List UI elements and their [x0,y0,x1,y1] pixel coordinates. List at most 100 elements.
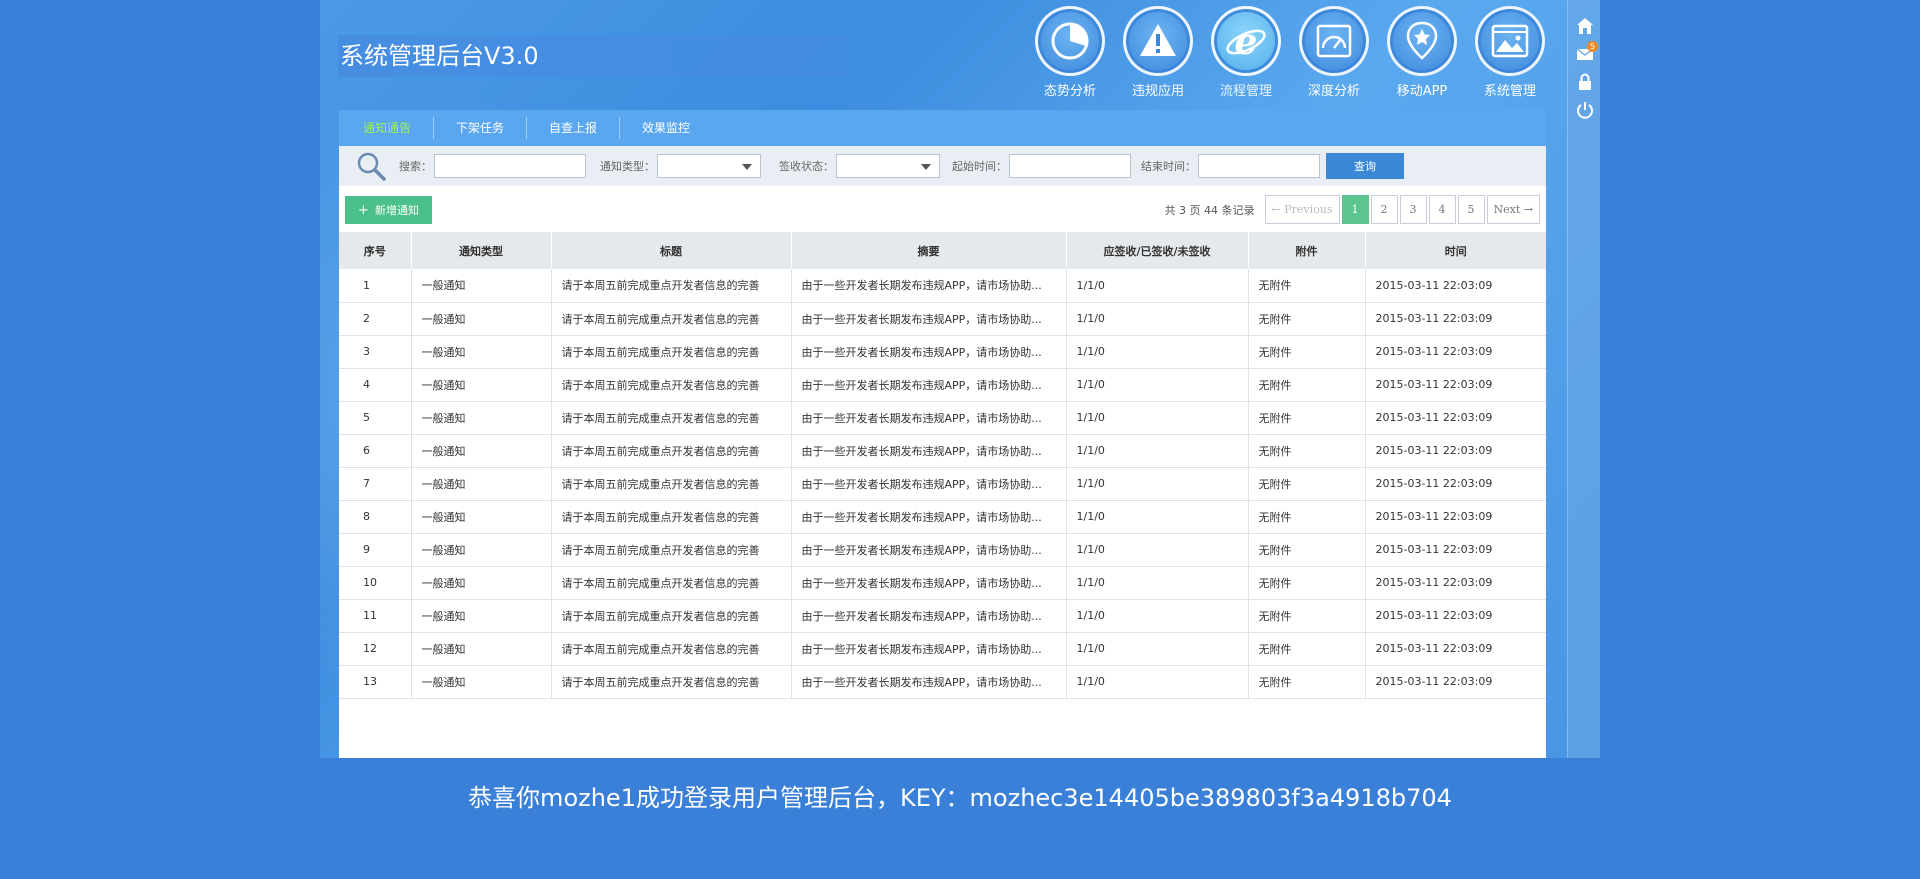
type-select[interactable] [657,154,761,178]
cell-type: 一般通知 [411,401,552,434]
col-header-index: 序号 [339,232,412,269]
table-row[interactable]: 5 一般通知 请于本周五前完成重点开发者信息的完善 由于一些开发者长期发布违规APP，… [339,401,1546,434]
cell-time: 2015-03-11 22:03:09 [1375,444,1493,457]
power-button[interactable] [1568,96,1600,124]
cell-title[interactable]: 请于本周五前完成重点开发者信息的完善 [551,500,792,533]
cell-time: 2015-03-11 22:03:09 [1375,411,1493,424]
cell-index: 7 [339,467,412,500]
home-button[interactable] [1568,12,1600,40]
table-row[interactable]: 10 一般通知 请于本周五前完成重点开发者信息的完善 由于一些开发者长期发布违规APP… [339,566,1546,599]
cell-time: 2015-03-11 22:03:09 [1375,576,1493,589]
previous-page-button[interactable]: ← Previous [1264,195,1340,224]
cell-sign-status: 1/1/0 [1066,269,1249,302]
table-row[interactable]: 3 一般通知 请于本周五前完成重点开发者信息的完善 由于一些开发者长期发布违规APP，… [339,335,1546,368]
cell-title[interactable]: 请于本周五前完成重点开发者信息的完善 [551,599,792,632]
start-time-input[interactable] [1009,154,1131,178]
table-row[interactable]: 6 一般通知 请于本周五前完成重点开发者信息的完善 由于一些开发者长期发布违规APP，… [339,434,1546,467]
cell-title[interactable]: 请于本周五前完成重点开发者信息的完善 [551,434,792,467]
cell-summary: 由于一些开发者长期发布违规APP，请市场协助... [791,434,1067,467]
pie-chart-icon [1051,22,1089,60]
pagination: 共 3 页 44 条记录 ← Previous 1 2 3 4 5 Next → [1165,195,1540,224]
page-2-button[interactable]: 2 [1370,195,1398,224]
page-5-button[interactable]: 5 [1457,195,1485,224]
cell-title[interactable]: 请于本周五前完成重点开发者信息的完善 [551,665,792,698]
query-button[interactable]: 查询 [1326,153,1404,179]
status-select[interactable] [836,154,940,178]
table-row[interactable]: 2 一般通知 请于本周五前完成重点开发者信息的完善 由于一些开发者长期发布违规APP，… [339,302,1546,335]
add-notice-button[interactable]: + 新增通知 [345,196,432,224]
table-row[interactable]: 12 一般通知 请于本周五前完成重点开发者信息的完善 由于一些开发者长期发布违规APP… [339,632,1546,665]
cell-time: 2015-03-11 22:03:09 [1375,278,1493,292]
table-row[interactable]: 9 一般通知 请于本周五前完成重点开发者信息的完善 由于一些开发者长期发布违规APP，… [339,533,1546,566]
cell-title[interactable]: 请于本周五前完成重点开发者信息的完善 [551,566,792,599]
cell-summary: 由于一些开发者长期发布违规APP，请市场协助... [791,467,1067,500]
col-header-attachment: 附件 [1248,232,1366,269]
cell-attachment: 无附件 [1248,599,1366,632]
tab-takedown[interactable]: 下架任务 [434,117,528,139]
nav-item-3[interactable]: 深度分析 [1290,6,1378,99]
cell-title[interactable]: 请于本周五前完成重点开发者信息的完善 [551,467,792,500]
table-row[interactable]: 8 一般通知 请于本周五前完成重点开发者信息的完善 由于一些开发者长期发布违规APP，… [339,500,1546,533]
tab-notices[interactable]: 通知通告 [341,117,435,139]
tab-self-report[interactable]: 自查上报 [527,117,621,139]
cell-index: 4 [339,368,412,401]
table-body: 1 一般通知 请于本周五前完成重点开发者信息的完善 由于一些开发者长期发布违规APP，… [339,269,1546,698]
cell-title[interactable]: 请于本周五前完成重点开发者信息的完善 [551,269,792,302]
nav-label: 系统管理 [1483,84,1536,99]
col-header-summary: 摘要 [791,232,1067,269]
nav-item-0[interactable]: 态势分析 [1026,6,1114,99]
lock-icon [1578,73,1591,90]
table-row[interactable]: 4 一般通知 请于本周五前完成重点开发者信息的完善 由于一些开发者长期发布违规APP，… [339,368,1546,401]
nav-item-5[interactable]: 系统管理 [1466,6,1554,99]
cell-summary: 由于一些开发者长期发布违规APP，请市场协助... [791,335,1067,368]
status-label: 签收状态： [779,160,834,173]
cell-sign-status: 1/1/0 [1066,467,1249,500]
cell-summary: 由于一些开发者长期发布违规APP，请市场协助... [791,401,1067,434]
cell-title[interactable]: 请于本周五前完成重点开发者信息的完善 [551,533,792,566]
cell-title[interactable]: 请于本周五前完成重点开发者信息的完善 [551,368,792,401]
end-time-input[interactable] [1198,154,1320,178]
nav-item-1[interactable]: 违规应用 [1114,6,1202,99]
mail-count-badge: 5 [1587,41,1598,52]
search-input[interactable] [434,154,586,178]
cell-title[interactable]: 请于本周五前完成重点开发者信息的完善 [551,632,792,665]
tab-monitoring[interactable]: 效果监控 [620,117,712,139]
cell-title[interactable]: 请于本周五前完成重点开发者信息的完善 [551,401,792,434]
nav-item-4[interactable]: 移动APP [1378,6,1466,99]
cell-title[interactable]: 请于本周五前完成重点开发者信息的完善 [551,302,792,335]
cell-title[interactable]: 请于本周五前完成重点开发者信息的完善 [551,335,792,368]
col-header-title: 标题 [551,232,792,269]
location-star-icon [1406,21,1438,60]
page-1-button[interactable]: 1 [1341,195,1369,224]
cell-time: 2015-03-11 22:03:09 [1375,477,1493,490]
cell-index: 9 [339,533,412,566]
cell-summary: 由于一些开发者长期发布违规APP，请市场协助... [791,632,1067,665]
cell-type: 一般通知 [411,467,552,500]
table-row[interactable]: 11 一般通知 请于本周五前完成重点开发者信息的完善 由于一些开发者长期发布违规APP… [339,599,1546,632]
app-title: 系统管理后台V3.0 [338,35,848,77]
next-page-button[interactable]: Next → [1486,195,1540,224]
svg-text:e: e [1235,21,1258,63]
cell-time: 2015-03-11 22:03:09 [1375,378,1493,391]
nav-item-2[interactable]: e 流程管理 [1202,6,1290,99]
cell-type: 一般通知 [411,434,552,467]
table-row[interactable]: 7 一般通知 请于本周五前完成重点开发者信息的完善 由于一些开发者长期发布违规APP，… [339,467,1546,500]
search-label: 搜索： [399,160,432,173]
cell-sign-status: 1/1/0 [1066,533,1249,566]
top-nav: 态势分析 违规应用 e 流程管理 深度分析 移动APP 系统管理 [1026,6,1554,99]
cell-index: 8 [339,500,412,533]
table-row[interactable]: 1 一般通知 请于本周五前完成重点开发者信息的完善 由于一些开发者长期发布违规APP，… [339,269,1546,302]
type-label: 通知类型： [600,160,655,173]
page-4-button[interactable]: 4 [1428,195,1456,224]
cell-sign-status: 1/1/0 [1066,665,1249,698]
mail-button[interactable]: 5 [1568,40,1600,68]
table-row[interactable]: 13 一般通知 请于本周五前完成重点开发者信息的完善 由于一些开发者长期发布违规APP… [339,665,1546,698]
cell-type: 一般通知 [411,599,552,632]
page-3-button[interactable]: 3 [1399,195,1427,224]
cell-type: 一般通知 [411,632,552,665]
lock-button[interactable] [1568,68,1600,96]
cell-attachment: 无附件 [1248,401,1366,434]
home-icon [1576,18,1593,34]
col-header-type: 通知类型 [411,232,552,269]
cell-summary: 由于一些开发者长期发布违规APP，请市场协助... [791,665,1067,698]
